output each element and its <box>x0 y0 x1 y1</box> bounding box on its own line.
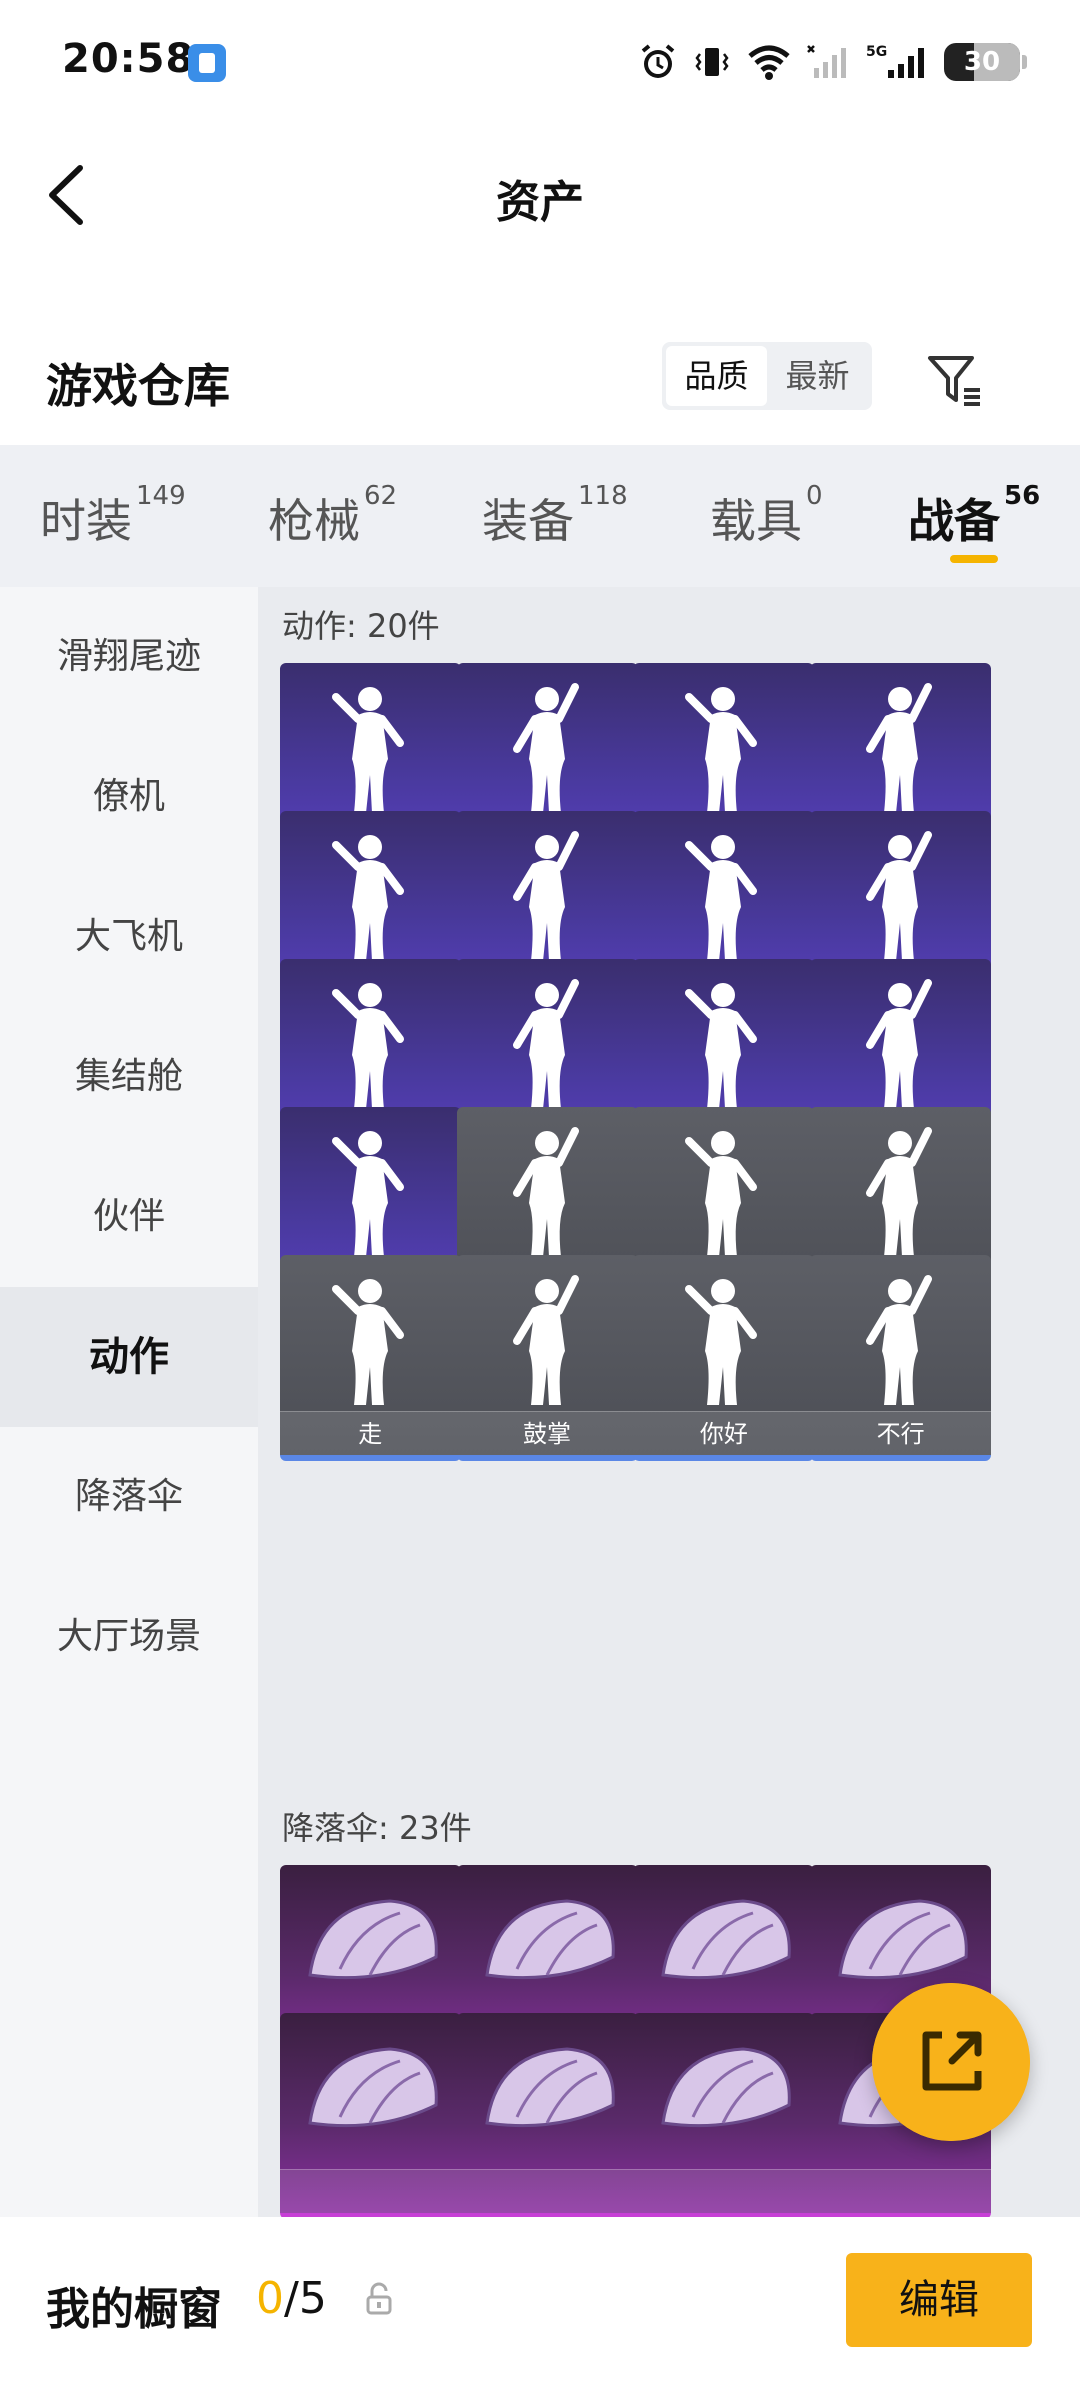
tab-readiness[interactable]: 战备 56 <box>908 481 1040 551</box>
card-label <box>810 2169 992 2213</box>
sidebar-item-companion[interactable]: 伙伴 <box>0 1147 258 1287</box>
tab-count: 118 <box>578 481 628 511</box>
emote-preview-image <box>512 831 579 961</box>
emote-card[interactable]: 鼓掌 <box>456 1255 638 1461</box>
emote-preview-image <box>331 983 404 1109</box>
sort-quality-button[interactable]: 品质 <box>666 346 767 406</box>
status-icons: 5G 30 <box>638 40 1027 84</box>
tab-label: 时装 <box>40 494 132 548</box>
alarm-icon <box>641 44 675 78</box>
tab-label: 枪械 <box>268 494 360 548</box>
showcase-bar: 我的橱窗 0/5 编辑 <box>0 2217 1080 2382</box>
card-label <box>456 2169 638 2213</box>
emote-preview-image <box>685 1279 758 1405</box>
card-label: 你好 <box>633 1411 815 1455</box>
share-external-icon[interactable] <box>872 1983 1030 2141</box>
card-label <box>633 2169 815 2213</box>
parachute-card[interactable] <box>456 2013 638 2217</box>
vibrate-icon <box>695 48 729 76</box>
emote-preview-image <box>331 1279 404 1405</box>
sidebar-item-airplane[interactable]: 大飞机 <box>0 867 258 1007</box>
tab-guns[interactable]: 枪械 62 <box>268 481 397 551</box>
sort-newest-button[interactable]: 最新 <box>767 346 868 406</box>
battery-level: 30 <box>963 47 1001 77</box>
emote-preview-image <box>866 1127 933 1257</box>
showcase-label: 我的橱窗 <box>46 2284 222 2335</box>
emote-preview-image <box>331 687 404 813</box>
tab-label: 装备 <box>482 494 574 548</box>
lock-icon[interactable] <box>364 2281 394 2317</box>
showcase-current: 0 <box>256 2273 284 2324</box>
status-bar: 20:58 5G 30 <box>0 0 1080 120</box>
page-title: 资产 <box>496 177 584 228</box>
card-label: 不行 <box>810 1411 992 1455</box>
card-label <box>279 2169 461 2213</box>
edit-button[interactable]: 编辑 <box>846 2253 1032 2347</box>
showcase-count: 0/5 <box>256 2273 327 2324</box>
battery-icon: 30 <box>944 43 1027 81</box>
tab-count: 62 <box>364 481 398 511</box>
emote-preview-image <box>685 835 758 961</box>
sidebar-item-lobby-scene[interactable]: 大厅场景 <box>0 1567 258 1707</box>
filter-icon[interactable] <box>924 350 986 410</box>
tab-count: 149 <box>136 481 186 511</box>
group-title-emotes: 动作: 20件 <box>282 607 440 645</box>
card-label: 鼓掌 <box>456 1411 638 1455</box>
status-time: 20:58 <box>62 36 195 82</box>
parachute-preview-image <box>661 1899 792 1980</box>
group-title-parachutes: 降落伞: 23件 <box>282 1809 472 1847</box>
parachute-preview-image <box>661 2047 792 2128</box>
sort-toggle: 品质 最新 <box>662 342 872 410</box>
app-notification-icon <box>188 44 226 82</box>
emote-card[interactable]: 走 <box>279 1255 461 1461</box>
tab-equipment[interactable]: 装备 118 <box>482 481 628 551</box>
emote-preview-image <box>866 979 933 1109</box>
parachute-card[interactable] <box>633 2013 815 2217</box>
emote-preview-image <box>685 983 758 1109</box>
sidebar-item-emotes[interactable]: 动作 <box>0 1287 258 1427</box>
sidebar-item-assembly-pod[interactable]: 集结舱 <box>0 1007 258 1147</box>
parachute-preview-image <box>308 1899 438 1980</box>
emote-preview-image <box>685 1131 758 1257</box>
emote-preview-image <box>512 683 579 813</box>
sidebar-item-parachute[interactable]: 降落伞 <box>0 1427 258 1567</box>
parachute-preview-image <box>484 2047 615 2128</box>
svg-text:5G: 5G <box>866 44 887 60</box>
tab-count: 56 <box>1004 481 1041 511</box>
section-title: 游戏仓库 <box>46 359 230 413</box>
sidebar: 滑翔尾迹 僚机 大飞机 集结舱 伙伴 动作 降落伞 大厅场景 <box>0 587 258 2217</box>
wifi-icon <box>748 45 790 80</box>
emote-preview-image <box>866 1275 933 1405</box>
emote-preview-image <box>331 1131 404 1257</box>
item-grid: 动作: 20件 夏梦翩跹剑意纵横曼舞倾心英雄重生自由节拍动感光波咚咚节拍怦怦心跳… <box>258 587 1080 2217</box>
tab-label: 载具 <box>710 494 802 548</box>
category-tabs: 时装 149 枪械 62 装备 118 载具 0 战备 56 <box>0 445 1080 587</box>
sidebar-item-wingman[interactable]: 僚机 <box>0 727 258 867</box>
card-label: 走 <box>279 1411 461 1455</box>
tab-label: 战备 <box>908 494 1000 548</box>
emote-preview-image <box>685 687 758 813</box>
emote-preview-image <box>512 1127 579 1257</box>
emote-preview-image <box>512 1275 579 1405</box>
emote-card[interactable]: 不行 <box>810 1255 992 1461</box>
tab-fashion[interactable]: 时装 149 <box>40 481 186 551</box>
emote-preview-image <box>866 831 933 961</box>
emote-preview-image <box>331 835 404 961</box>
emote-preview-image <box>866 683 933 813</box>
emote-preview-image <box>512 979 579 1109</box>
sidebar-item-glide-trail[interactable]: 滑翔尾迹 <box>0 587 258 727</box>
active-tab-indicator <box>950 555 998 563</box>
parachute-card[interactable] <box>279 2013 461 2217</box>
parachute-preview-image <box>308 2047 438 2128</box>
tab-count: 0 <box>806 481 823 511</box>
emote-card[interactable]: 你好 <box>633 1255 815 1461</box>
showcase-total: /5 <box>284 2273 327 2324</box>
signal-5g-icon: 5G <box>866 44 924 78</box>
warehouse-header: 游戏仓库 品质 最新 <box>0 270 1080 445</box>
tab-vehicles[interactable]: 载具 0 <box>710 481 823 551</box>
parachute-preview-image <box>484 1899 615 1980</box>
app-header: 资产 <box>0 120 1080 270</box>
signal-off-icon <box>807 45 846 78</box>
